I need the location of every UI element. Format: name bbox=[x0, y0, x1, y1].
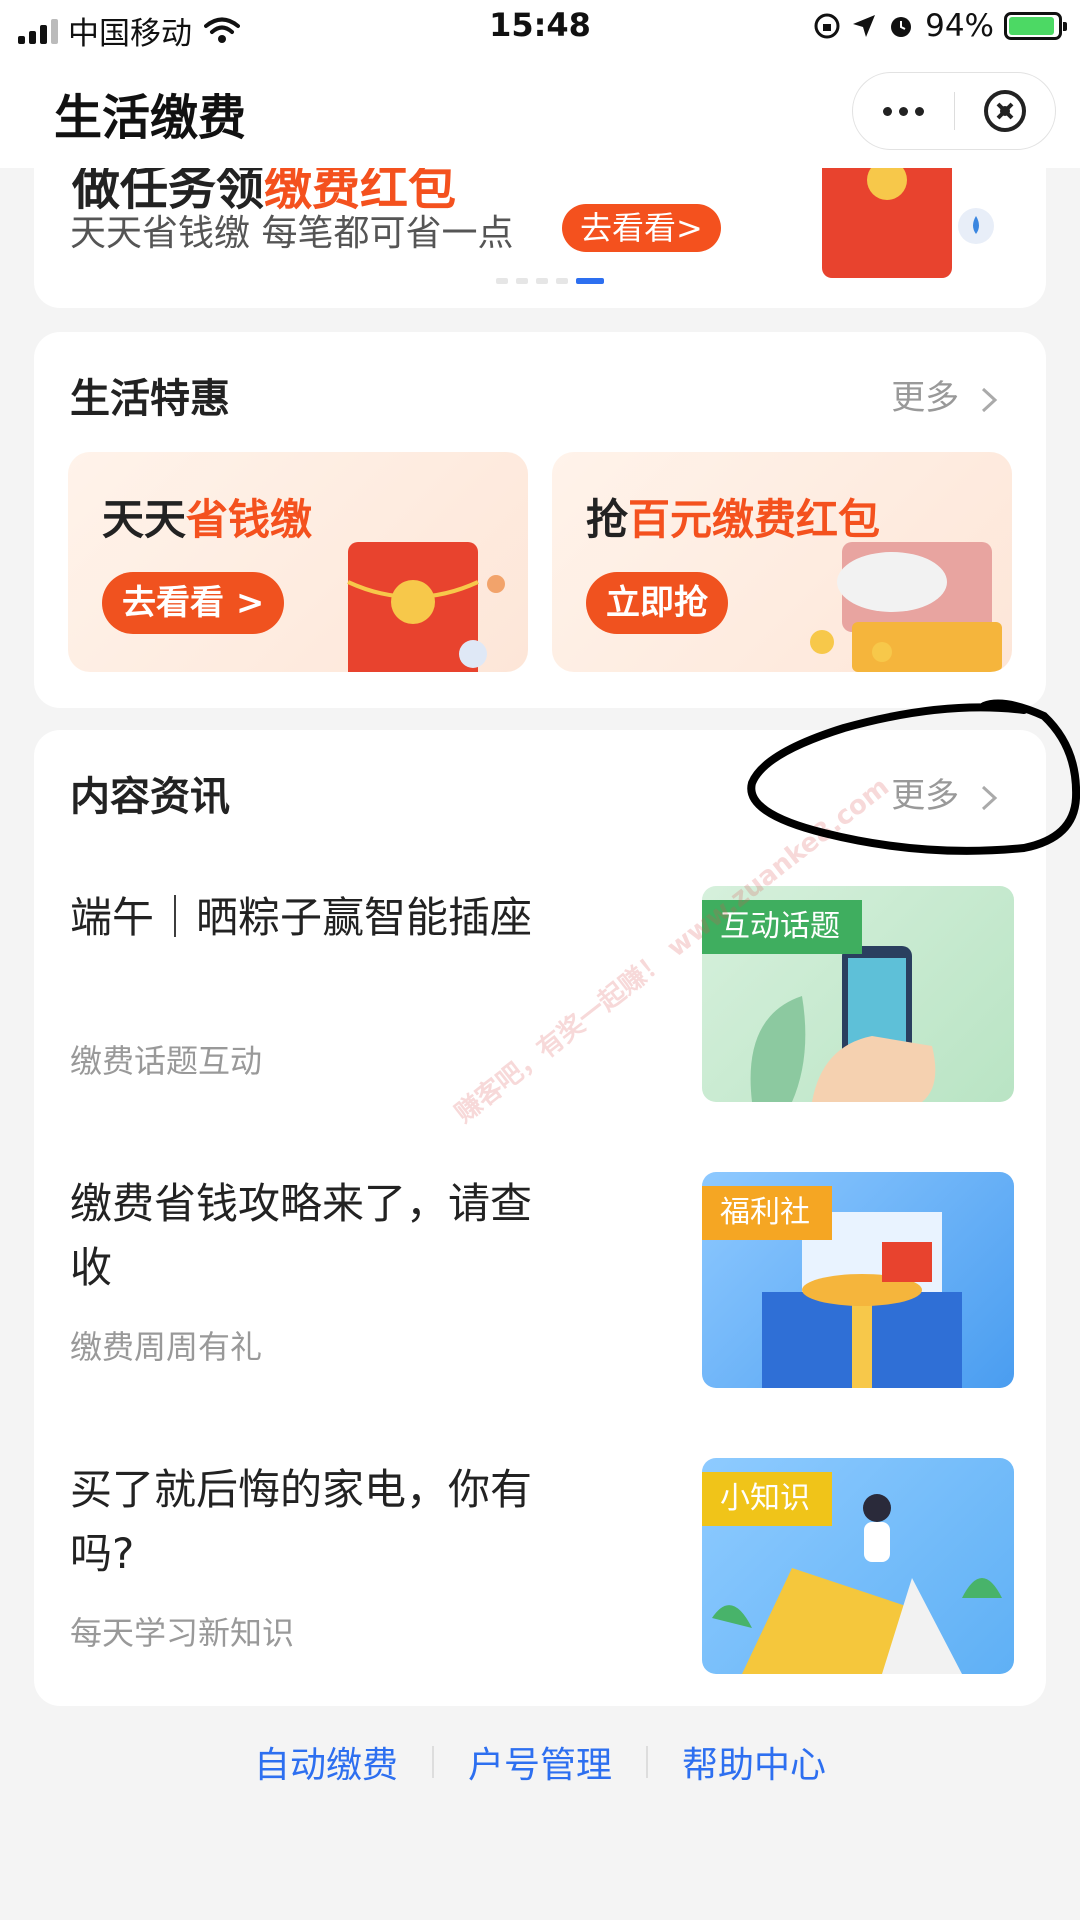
news-item-title: 端午｜晒粽子赢智能插座 bbox=[70, 893, 533, 942]
battery-fill bbox=[1009, 17, 1055, 35]
perk-grab-button[interactable]: 立即抢 bbox=[586, 572, 728, 634]
banner-view-button[interactable]: 去看看> bbox=[562, 204, 721, 252]
account-management-link[interactable]: 户号管理 bbox=[434, 1736, 646, 1788]
news-item-title: 买了就后悔的家电，你有吗? bbox=[70, 1465, 533, 1578]
news-item-source: 缴费话题互动 bbox=[70, 1042, 263, 1080]
news-item-source: 缴费周周有礼 bbox=[70, 1328, 263, 1366]
miniapp-capsule bbox=[852, 72, 1056, 150]
carousel-indicator bbox=[496, 278, 604, 284]
rotation-lock-icon bbox=[814, 13, 840, 39]
perk-view-button[interactable]: 去看看 > bbox=[102, 572, 285, 634]
thumbnail-tag: 小知识 bbox=[702, 1472, 832, 1526]
red-envelope-icon bbox=[347, 542, 505, 672]
chevron-right-icon bbox=[981, 387, 998, 412]
news-section-title: 内容资讯 bbox=[70, 774, 230, 820]
news-more-link[interactable]: 更多 bbox=[891, 768, 1000, 817]
alarm-icon bbox=[891, 17, 912, 37]
banner-subtitle: 天天省钱缴 每笔都可省一点 bbox=[70, 213, 514, 254]
red-envelope-icon bbox=[822, 168, 994, 278]
perk-card-save-money[interactable]: 天天省钱缴 去看看 > bbox=[68, 452, 528, 672]
news-section: 内容资讯 更多 端午｜晒粽子赢智能插座 缴费话题互动 互动话题 缴费省钱攻略来了… bbox=[34, 730, 1046, 1706]
news-thumbnail: 小知识 bbox=[702, 1458, 1014, 1674]
perks-section-title: 生活特惠 bbox=[70, 376, 230, 422]
gift-box-icon bbox=[810, 542, 1002, 672]
battery-percent: 94% bbox=[925, 8, 994, 44]
nav-bar: 生活缴费 bbox=[0, 54, 1080, 168]
page-title: 生活缴费 bbox=[54, 90, 247, 146]
chevron-right-icon bbox=[981, 785, 998, 810]
perks-more-link[interactable]: 更多 bbox=[891, 370, 1000, 419]
footer-links: 自动缴费 户号管理 帮助中心 bbox=[0, 1736, 1080, 1788]
close-icon bbox=[983, 90, 1026, 132]
status-right: 94% bbox=[813, 8, 1067, 44]
battery-icon bbox=[1004, 12, 1067, 40]
status-bar: 中国移动 15:48 94% bbox=[0, 0, 1080, 54]
location-icon bbox=[853, 15, 876, 37]
thumbnail-tag: 福利社 bbox=[702, 1186, 832, 1240]
perk-card-red-packet[interactable]: 抢百元缴费红包 立即抢 bbox=[552, 452, 1012, 672]
auto-pay-link[interactable]: 自动缴费 bbox=[220, 1736, 432, 1788]
news-item[interactable]: 买了就后悔的家电，你有吗? 每天学习新知识 小知识 bbox=[34, 1458, 1046, 1674]
perks-section: 生活特惠 更多 天天省钱缴 去看看 > 抢百元缴费红包 立即抢 bbox=[34, 332, 1046, 708]
perk-title: 天天省钱缴 bbox=[102, 495, 313, 544]
news-thumbnail: 互动话题 bbox=[702, 886, 1014, 1102]
close-button[interactable] bbox=[955, 73, 1056, 149]
help-center-link[interactable]: 帮助中心 bbox=[648, 1736, 860, 1788]
promo-banner[interactable]: 做任务领缴费红包 天天省钱缴 每笔都可省一点 去看看> bbox=[34, 168, 1046, 308]
news-item-source: 每天学习新知识 bbox=[70, 1614, 295, 1652]
news-item-title: 缴费省钱攻略来了，请查收 bbox=[70, 1179, 533, 1292]
news-item[interactable]: 缴费省钱攻略来了，请查收 缴费周周有礼 福利社 bbox=[34, 1172, 1046, 1388]
news-thumbnail: 福利社 bbox=[702, 1172, 1014, 1388]
more-menu-button[interactable] bbox=[853, 73, 954, 149]
